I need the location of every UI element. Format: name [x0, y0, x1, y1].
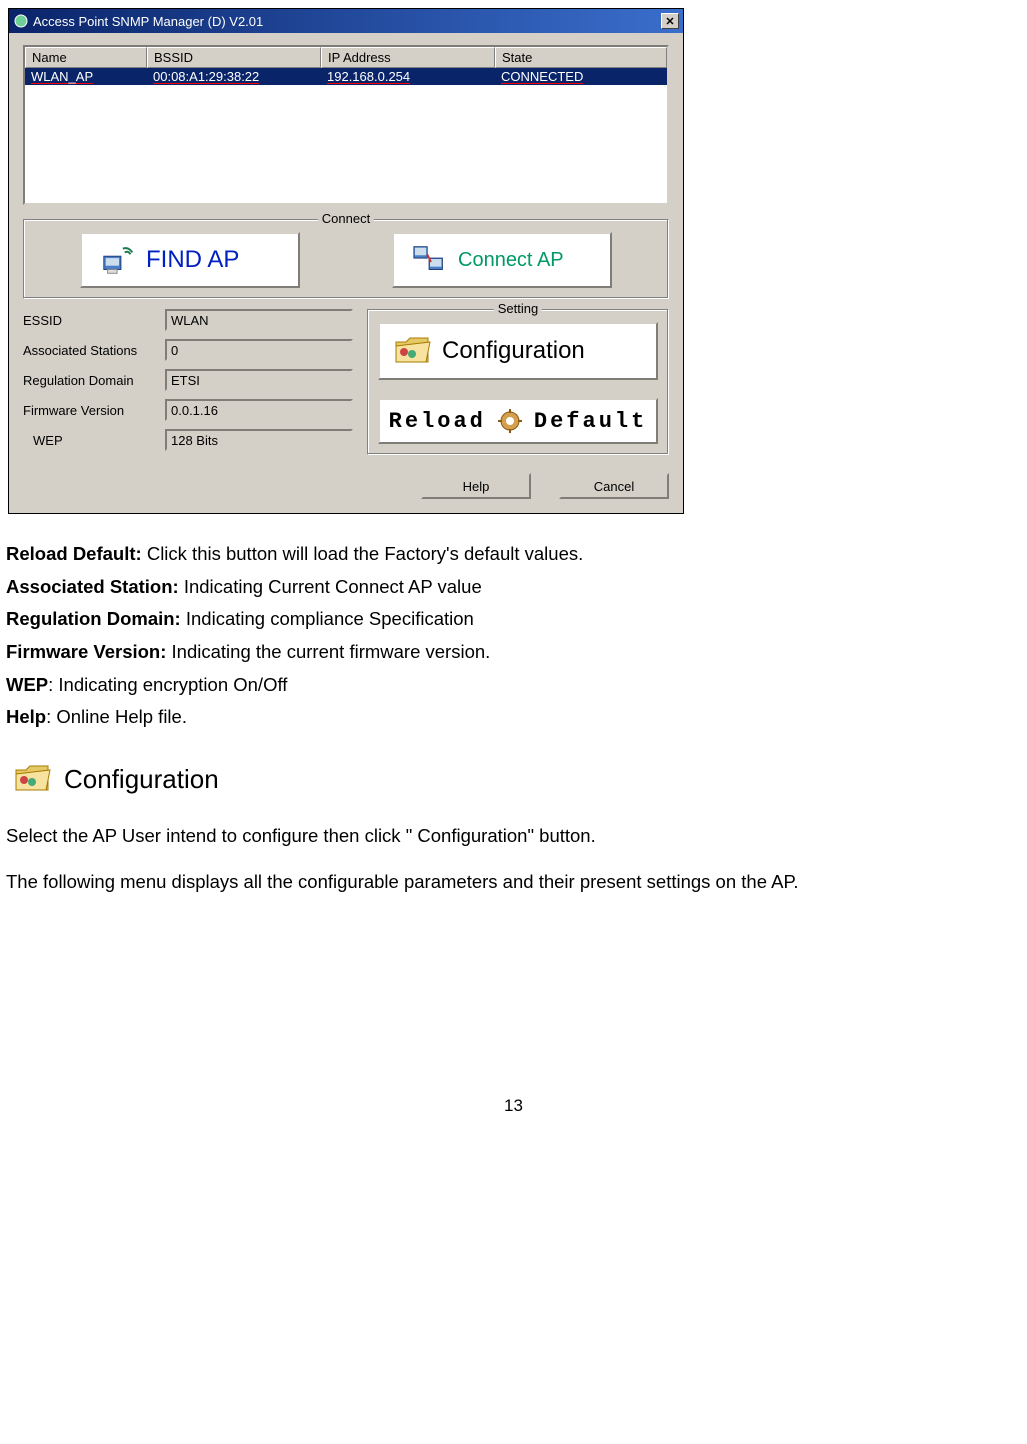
network-scan-icon [100, 241, 138, 279]
def-reg-desc: Indicating compliance Specification [181, 608, 474, 629]
col-state[interactable]: State [495, 47, 667, 68]
network-connect-icon [412, 241, 450, 279]
paragraph-1: Select the AP User intend to configure t… [6, 822, 1027, 850]
def-fw-desc: Indicating the current firmware version. [166, 641, 490, 662]
def-reg-term: Regulation Domain: [6, 608, 181, 629]
snmp-manager-window: Access Point SNMP Manager (D) V2.01 ✕ Na… [8, 8, 684, 514]
essid-label: ESSID [23, 313, 165, 328]
connect-groupbox: Connect FIND AP [23, 219, 669, 299]
configuration-heading-label: Configuration [64, 764, 219, 795]
reload-default-button[interactable]: Reload Default [378, 398, 658, 444]
def-assoc-desc: Indicating Current Connect AP value [179, 576, 482, 597]
info-grid: ESSID Associated Stations Regulation Dom… [23, 309, 353, 459]
def-help-desc: : Online Help file. [46, 706, 187, 727]
folder-config-icon [392, 332, 434, 370]
def-assoc-term: Associated Station: [6, 576, 179, 597]
regulation-domain-field [165, 369, 353, 391]
connect-ap-label: Connect AP [458, 249, 564, 272]
list-row[interactable]: WLAN_AP 00:08:A1:29:38:22 192.168.0.254 … [25, 68, 667, 85]
def-fw-term: Firmware Version: [6, 641, 166, 662]
setting-legend: Setting [494, 301, 542, 316]
def-reload-desc: Click this button will load the Factory'… [142, 543, 584, 564]
wep-label: WEP [23, 433, 165, 448]
configuration-button[interactable]: Configuration [378, 322, 658, 380]
connect-ap-button[interactable]: Connect AP [392, 232, 612, 288]
def-wep-term: WEP [6, 674, 48, 695]
cancel-button[interactable]: Cancel [559, 473, 669, 499]
associated-stations-label: Associated Stations [23, 343, 165, 358]
col-name[interactable]: Name [25, 47, 147, 68]
reload-label-b: Default [534, 409, 647, 434]
definitions-block: Reload Default: Click this button will l… [6, 540, 1016, 732]
firmware-version-field [165, 399, 353, 421]
col-bssid[interactable]: BSSID [147, 47, 321, 68]
list-header: Name BSSID IP Address State [25, 47, 667, 68]
cell-state: CONNECTED [495, 68, 667, 85]
regulation-domain-label: Regulation Domain [23, 373, 165, 388]
titlebar: Access Point SNMP Manager (D) V2.01 ✕ [9, 9, 683, 33]
ap-listbox[interactable]: Name BSSID IP Address State WLAN_AP 00:0… [23, 45, 669, 205]
associated-stations-field [165, 339, 353, 361]
cell-bssid: 00:08:A1:29:38:22 [147, 68, 321, 85]
wep-field [165, 429, 353, 451]
window-title: Access Point SNMP Manager (D) V2.01 [33, 14, 661, 29]
find-ap-label: FIND AP [146, 246, 239, 274]
essid-field [165, 309, 353, 331]
app-icon [13, 13, 29, 29]
configuration-label: Configuration [442, 337, 585, 365]
close-button[interactable]: ✕ [661, 13, 679, 29]
paragraph-2: The following menu displays all the conf… [6, 868, 1027, 896]
folder-config-icon [12, 760, 54, 798]
find-ap-button[interactable]: FIND AP [80, 232, 300, 288]
cell-ip: 192.168.0.254 [321, 68, 495, 85]
setting-groupbox: Setting Configuration Reload [367, 309, 669, 455]
def-wep-desc: : Indicating encryption On/Off [48, 674, 287, 695]
def-reload-term: Reload Default: [6, 543, 142, 564]
col-ip[interactable]: IP Address [321, 47, 495, 68]
help-button[interactable]: Help [421, 473, 531, 499]
reload-label-a: Reload [389, 409, 486, 434]
configuration-heading: Configuration [12, 760, 1027, 798]
page-number: 13 [0, 1096, 1027, 1116]
firmware-version-label: Firmware Version [23, 403, 165, 418]
connect-legend: Connect [318, 211, 374, 226]
gear-icon [496, 407, 524, 435]
def-help-term: Help [6, 706, 46, 727]
cell-name: WLAN_AP [25, 68, 147, 85]
